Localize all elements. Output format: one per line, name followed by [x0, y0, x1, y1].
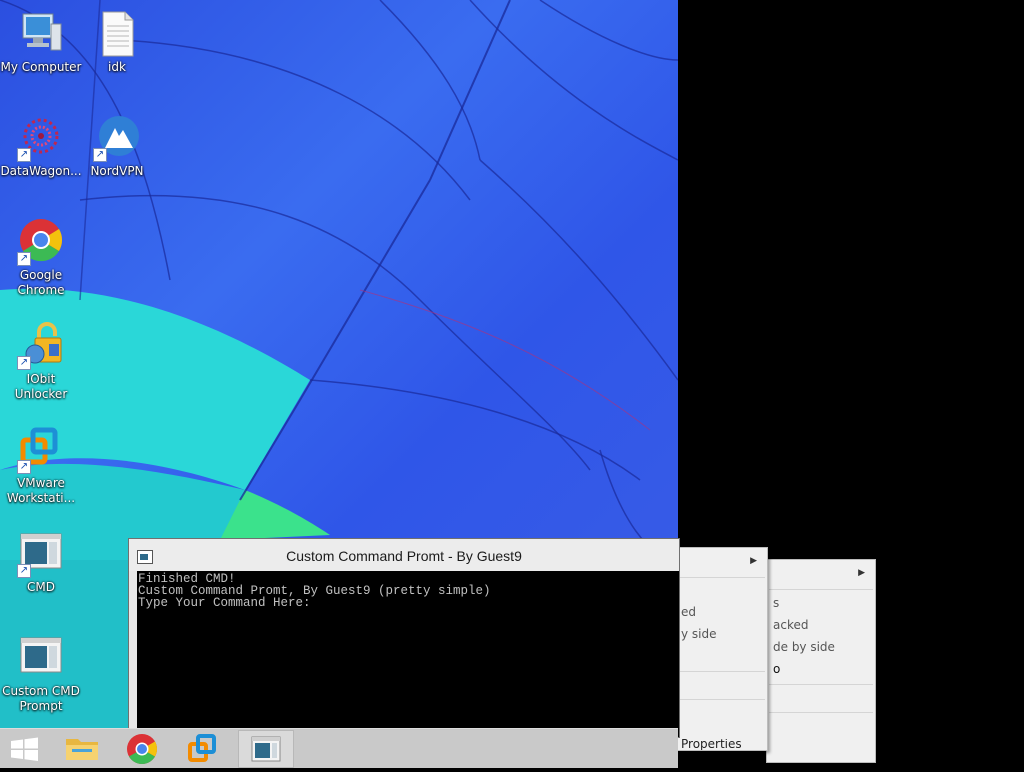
- windows-logo-icon: [11, 737, 38, 761]
- shortcut-arrow-icon: ↗: [17, 356, 31, 370]
- menu-separator: [677, 699, 765, 700]
- desktop-icon-label: DataWagon...: [0, 164, 82, 178]
- text-file-icon: [93, 10, 141, 58]
- cmd-app-icon: [251, 736, 281, 762]
- taskbar-chrome[interactable]: [114, 730, 170, 768]
- unlocker-icon: ↗: [17, 322, 65, 370]
- submenu-arrow-icon: ▶: [750, 556, 757, 566]
- menu-item-show-desktop[interactable]: o: [767, 659, 875, 679]
- console-title: Custom Command Promt - By Guest9: [286, 548, 522, 564]
- menu-separator: [769, 589, 873, 590]
- shortcut-arrow-icon: ↗: [17, 460, 31, 474]
- menu-separator: [677, 671, 765, 672]
- computer-icon: [17, 10, 65, 58]
- vmware-icon: ↗: [17, 426, 65, 474]
- menu-item-stacked[interactable]: ed: [675, 602, 767, 622]
- context-menu-taskbar: ▶ ed y side Properties: [674, 547, 768, 751]
- desktop-icon-nordvpn[interactable]: ↗ NordVPN: [76, 114, 158, 179]
- desktop-icon-datawagon[interactable]: ↗ DataWagon...: [0, 114, 82, 179]
- console-titlebar[interactable]: Custom Command Promt - By Guest9: [129, 539, 679, 571]
- desktop-icon-vmware[interactable]: ↗ VMware Workstati...: [0, 426, 82, 506]
- desktop-icon-label: Custom CMD Prompt: [2, 684, 80, 713]
- menu-item-side-by-side[interactable]: de by side: [767, 637, 875, 657]
- desktop-icon-label: My Computer: [0, 60, 82, 74]
- desktop-icon-custom-cmd-prompt[interactable]: Custom CMD Prompt: [0, 634, 82, 714]
- console-line: Type Your Command Here:: [138, 596, 311, 610]
- folder-icon: [66, 739, 98, 760]
- taskbar-custom-cmd[interactable]: [238, 730, 294, 768]
- desktop-icon-google-chrome[interactable]: ↗ Google Chrome: [0, 218, 82, 298]
- menu-item-submenu[interactable]: ▶: [767, 563, 875, 583]
- context-menu-secondary: ▶ s acked de by side o: [766, 559, 876, 763]
- desktop-icon-iobit-unlocker[interactable]: ↗ IObit Unlocker: [0, 322, 82, 402]
- chrome-icon: ↗: [17, 218, 65, 266]
- desktop-icon-label: IObit Unlocker: [14, 372, 68, 401]
- desktop-icon-my-computer[interactable]: My Computer: [0, 10, 82, 75]
- start-button[interactable]: [0, 730, 50, 768]
- desktop-icon-idk[interactable]: idk: [76, 10, 158, 75]
- menu-item-stacked[interactable]: acked: [767, 615, 875, 635]
- menu-separator: [769, 684, 873, 685]
- cmd-app-icon: [17, 634, 65, 682]
- taskbar-file-explorer[interactable]: [54, 730, 110, 768]
- menu-item-submenu[interactable]: ▶: [675, 551, 767, 571]
- menu-item-properties[interactable]: Properties: [675, 739, 767, 750]
- console-output[interactable]: Finished CMD! Custom Command Promt, By Gu…: [137, 571, 679, 737]
- shortcut-arrow-icon: ↗: [17, 564, 31, 578]
- desktop-icon-label: Google Chrome: [17, 268, 65, 297]
- taskbar-vmware[interactable]: [176, 730, 232, 768]
- desktop-icon-cmd[interactable]: ↗ CMD: [0, 530, 82, 595]
- desktop-icon-label: NordVPN: [90, 164, 144, 178]
- shortcut-arrow-icon: ↗: [17, 252, 31, 266]
- menu-item-cascade[interactable]: s: [767, 593, 875, 613]
- datawagon-icon: ↗: [17, 114, 65, 162]
- menu-separator: [769, 712, 873, 713]
- chrome-icon: [127, 734, 157, 765]
- shortcut-arrow-icon: ↗: [93, 148, 107, 162]
- cmd-app-icon: ↗: [17, 530, 65, 578]
- menu-separator: [677, 577, 765, 578]
- taskbar: [0, 728, 678, 768]
- desktop-icon-label: VMware Workstati...: [6, 476, 76, 505]
- console-window[interactable]: Custom Command Promt - By Guest9 Finishe…: [128, 538, 680, 738]
- submenu-arrow-icon: ▶: [858, 568, 865, 578]
- desktop-icon-label: idk: [108, 60, 126, 74]
- desktop-icon-label: CMD: [27, 580, 55, 594]
- nordvpn-icon: ↗: [93, 114, 141, 162]
- vmware-icon: [188, 734, 216, 762]
- menu-item-side-by-side[interactable]: y side: [675, 624, 767, 644]
- shortcut-arrow-icon: ↗: [17, 148, 31, 162]
